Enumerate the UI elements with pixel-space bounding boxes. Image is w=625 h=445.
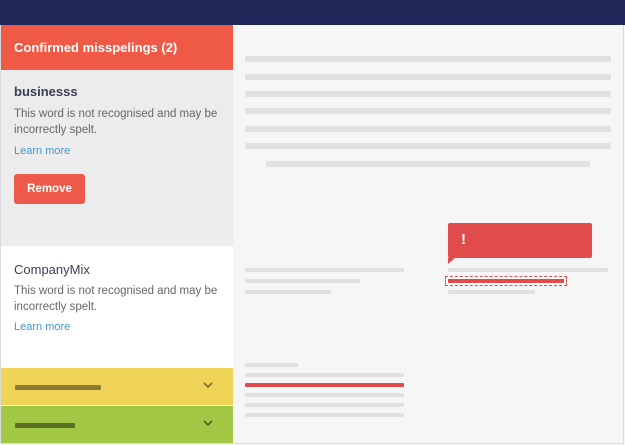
text-line [245, 403, 404, 407]
misspelled-word: businesss [14, 84, 78, 99]
misspelled-word-highlight[interactable] [445, 276, 567, 286]
text-line [448, 268, 608, 272]
misspelling-marker [448, 279, 564, 283]
panel-header: Confirmed misspelings (2) [1, 25, 233, 70]
exclamation-icon: ! [461, 231, 466, 248]
text-line [245, 279, 360, 283]
text-line [245, 143, 611, 149]
misspelling-message: This word is not recognised and may be i… [14, 285, 218, 313]
misspelling-card[interactable]: CompanyMix This word is not recognised a… [1, 246, 233, 368]
text-line [245, 393, 404, 397]
text-line [448, 290, 535, 294]
text-line [245, 373, 404, 377]
misspellings-panel: Confirmed misspelings (2) businesss This… [1, 25, 233, 443]
text-line [245, 108, 611, 114]
accordion-yellow[interactable] [1, 368, 233, 405]
remove-button[interactable]: Remove [14, 174, 85, 204]
misspelling-card-selected[interactable]: businesss This word is not recognised an… [1, 70, 233, 246]
accordion-title-placeholder [15, 423, 75, 428]
text-line [245, 91, 611, 97]
misspelling-underline[interactable] [245, 383, 404, 387]
text-line [245, 413, 404, 417]
text-line [266, 161, 590, 167]
top-bar [0, 0, 625, 25]
misspelling-message: This word is not recognised and may be i… [14, 108, 218, 136]
chevron-down-icon[interactable] [202, 417, 214, 429]
learn-more-link[interactable]: Learn more [14, 321, 70, 333]
misspelled-word: CompanyMix [14, 262, 90, 277]
learn-more-link[interactable]: Learn more [14, 145, 70, 157]
text-line [245, 56, 611, 62]
accordion-green[interactable] [1, 406, 233, 443]
text-line [245, 126, 611, 132]
accordion-title-placeholder [15, 385, 101, 390]
chevron-down-icon[interactable] [202, 379, 214, 391]
text-line [245, 290, 331, 294]
text-line [245, 268, 404, 272]
text-line [245, 363, 298, 367]
text-line [245, 74, 611, 80]
error-callout[interactable]: ! [448, 223, 592, 264]
